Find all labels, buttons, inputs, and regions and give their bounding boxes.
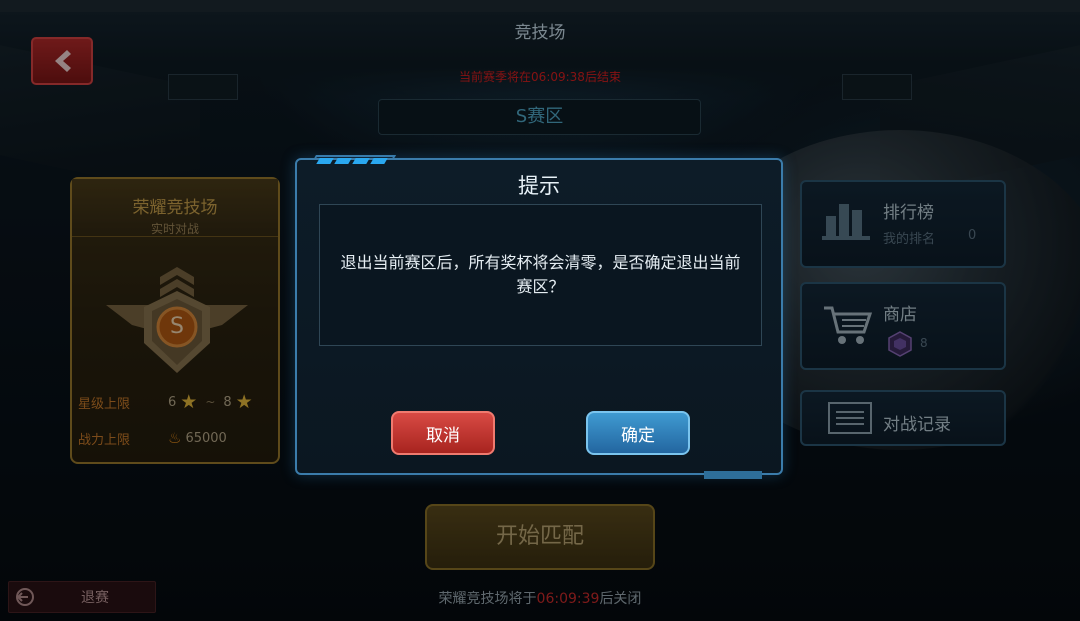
game-scene: 竞技场 当前赛季将在06:09:38后结束 S赛区 荣耀竞技场 实时对战 S 星… — [0, 0, 1080, 621]
dialog-message: 退出当前赛区后，所有奖杯将会清零，是否确定退出当前赛区？ — [319, 204, 762, 346]
dialog-title: 提示 — [518, 174, 560, 198]
dialog-indicator-bars — [316, 158, 388, 164]
cancel-button[interactable]: 取消 — [391, 411, 495, 455]
indicator-bar — [370, 158, 388, 164]
confirm-button[interactable]: 确定 — [586, 411, 690, 455]
dialog-corner-decoration — [704, 471, 762, 479]
indicator-bar — [334, 158, 352, 164]
indicator-bar — [352, 158, 370, 164]
indicator-bar — [316, 158, 334, 164]
confirm-dialog: 提示 退出当前赛区后，所有奖杯将会清零，是否确定退出当前赛区？ 取消 确定 — [295, 158, 783, 475]
